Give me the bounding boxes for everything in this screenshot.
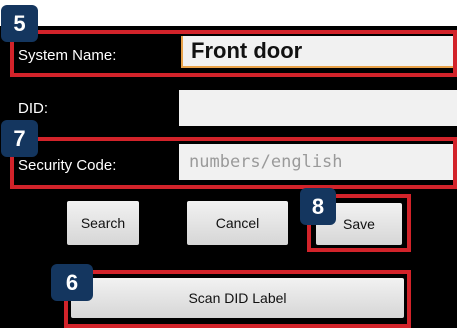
step-badge-system-name: 5 [1, 5, 38, 42]
search-button[interactable]: Search [67, 201, 139, 245]
system-name-label: System Name: [18, 47, 117, 64]
system-name-field[interactable]: Front door [181, 36, 457, 68]
step-badge-security-code: 7 [1, 120, 38, 157]
security-code-field[interactable]: numbers/english [179, 144, 457, 180]
scan-did-label-button[interactable]: Scan DID Label [71, 278, 404, 318]
cancel-button[interactable]: Cancel [187, 201, 288, 245]
did-label: DID: [18, 100, 48, 117]
step-badge-scan: 6 [51, 264, 93, 301]
did-field[interactable] [179, 90, 457, 126]
security-code-label: Security Code: [18, 157, 117, 174]
annotated-screenshot: System Name: Front door DID: Security Co… [0, 0, 457, 328]
step-badge-save: 8 [300, 188, 336, 225]
